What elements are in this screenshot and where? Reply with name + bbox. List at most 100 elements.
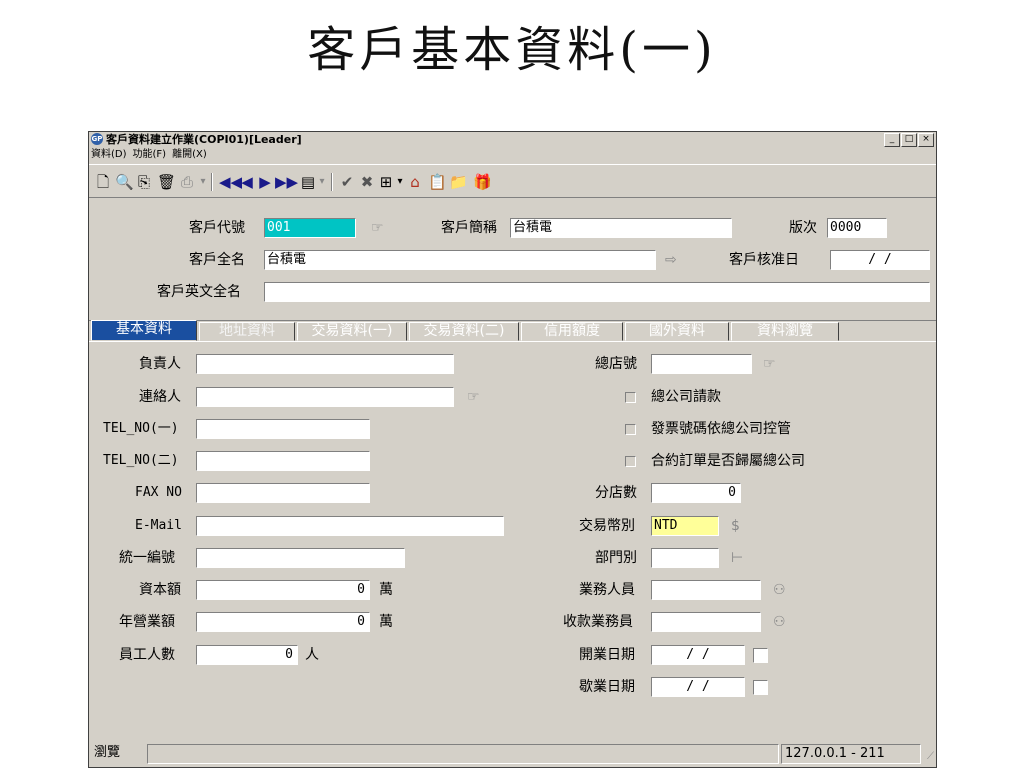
dropdown-icon[interactable]: ▾	[317, 173, 327, 191]
paste-icon[interactable]: 📋	[428, 173, 447, 191]
person-icon[interactable]: ⚇	[773, 612, 786, 632]
close-button[interactable]: ×	[918, 133, 934, 147]
hq-contract-checkbox[interactable]	[625, 456, 636, 467]
first-record-icon[interactable]: ◀◀	[219, 173, 242, 191]
hq-invoice-label: 發票號碼依總公司控管	[651, 421, 791, 437]
close-date-field[interactable]: / /	[651, 677, 745, 697]
sales-field[interactable]	[651, 580, 761, 600]
app-icon: GP	[91, 133, 103, 145]
menu-function[interactable]: 功能(F)	[133, 148, 167, 162]
cancel-icon[interactable]: ✖	[359, 173, 375, 191]
search-icon[interactable]: ☞	[763, 354, 776, 374]
hq-billing-checkbox[interactable]	[625, 392, 636, 403]
query-icon[interactable]: ⊞	[378, 173, 394, 191]
collector-field[interactable]	[651, 612, 761, 632]
hq-invoice-checkbox[interactable]	[625, 424, 636, 435]
preview-icon[interactable]: 🔍	[115, 173, 134, 191]
branches-label: 分店數	[595, 485, 637, 501]
title-bar: GP 客戶資料建立作業(COPI01)[Leader] _ □ ×	[89, 132, 936, 147]
version-field[interactable]: 0000	[827, 218, 887, 238]
print-icon[interactable]: ⎙	[179, 173, 195, 191]
list-icon[interactable]: ▤	[300, 173, 316, 191]
owner-field[interactable]	[196, 354, 454, 374]
full-name-field[interactable]: 台積電	[264, 250, 656, 270]
org-chart-icon[interactable]: ⊢	[731, 548, 743, 568]
tel1-field[interactable]	[196, 419, 370, 439]
hq-contract-label: 合約訂單是否歸屬總公司	[651, 453, 805, 469]
last-record-icon[interactable]: ▶▶	[275, 173, 298, 191]
tel2-field[interactable]	[196, 451, 370, 471]
eng-name-field[interactable]	[264, 282, 930, 302]
employees-label: 員工人數	[119, 647, 175, 663]
close-date-calendar-button[interactable]	[753, 680, 768, 695]
folder-icon[interactable]: 📁	[449, 173, 468, 191]
revenue-unit: 萬	[379, 614, 393, 630]
tab-trade-1[interactable]: 交易資料(一)	[297, 322, 407, 341]
status-bar: 瀏覽 127.0.0.1 - 211 ⟋	[89, 741, 936, 767]
translate-icon[interactable]: ⇨	[665, 250, 677, 270]
approve-date-field[interactable]: / /	[830, 250, 930, 270]
branches-field[interactable]: 0	[651, 483, 741, 503]
dept-field[interactable]	[651, 548, 719, 568]
tab-address[interactable]: 地址資料	[199, 322, 295, 341]
delete-icon[interactable]: 🗑	[157, 173, 176, 191]
taxid-field[interactable]	[196, 548, 405, 568]
resize-grip-icon[interactable]: ⟋	[927, 751, 934, 762]
contact-field[interactable]	[196, 387, 454, 407]
currency-field[interactable]: NTD	[651, 516, 719, 536]
open-date-label: 開業日期	[579, 647, 635, 663]
hq-code-label: 總店號	[595, 356, 637, 372]
currency-label: 交易幣別	[579, 518, 635, 534]
next-record-icon[interactable]: ▶	[259, 173, 271, 191]
window-title: 客戶資料建立作業(COPI01)[Leader]	[106, 133, 302, 146]
employees-unit: 人	[305, 647, 319, 663]
fax-label: FAX NO	[135, 485, 182, 500]
short-name-field[interactable]: 台積電	[510, 218, 732, 238]
version-label: 版次	[789, 220, 817, 236]
menu-data[interactable]: 資料(D)	[91, 148, 127, 162]
header-section: 客戶代號 001 ☞ 客戶簡稱 台積電 版次 0000 客戶全名 台積電 ⇨ 客…	[89, 200, 936, 321]
search-icon[interactable]: ☞	[371, 218, 384, 238]
copy-icon[interactable]: ⎘	[136, 173, 152, 191]
collector-label: 收款業務員	[563, 614, 633, 630]
revenue-field[interactable]: 0	[196, 612, 370, 632]
capital-label: 資本額	[139, 582, 181, 598]
minimize-button[interactable]: _	[884, 133, 900, 147]
eng-name-label: 客戶英文全名	[157, 284, 241, 300]
taxid-label: 統一編號	[119, 550, 175, 566]
tab-basic[interactable]: 基本資料	[91, 320, 197, 341]
dropdown-icon[interactable]: ▾	[198, 173, 208, 191]
hq-billing-label: 總公司請款	[651, 389, 721, 405]
person-icon[interactable]: ⚇	[773, 580, 786, 600]
new-doc-icon[interactable]: 🗋	[95, 173, 111, 191]
email-field[interactable]	[196, 516, 504, 536]
currency-icon[interactable]: $	[731, 516, 740, 536]
approve-date-label: 客戶核准日	[729, 252, 799, 268]
employees-field[interactable]: 0	[196, 645, 298, 665]
menu-exit[interactable]: 離開(X)	[172, 148, 207, 162]
hq-code-field[interactable]	[651, 354, 752, 374]
home-icon[interactable]: ⌂	[407, 173, 423, 191]
tab-browse[interactable]: 資料瀏覽	[731, 322, 839, 341]
dropdown-icon[interactable]: ▾	[395, 173, 405, 191]
help-icon[interactable]: 🎁	[473, 173, 492, 191]
capital-field[interactable]: 0	[196, 580, 370, 600]
tel1-label: TEL_NO(一)	[103, 421, 179, 436]
app-window: GP 客戶資料建立作業(COPI01)[Leader] _ □ × 資料(D) …	[88, 131, 937, 768]
cust-code-field[interactable]: 001	[264, 218, 356, 238]
maximize-button[interactable]: □	[901, 133, 917, 147]
tab-trade-2[interactable]: 交易資料(二)	[409, 322, 519, 341]
status-mode: 瀏覽	[94, 745, 121, 760]
tab-credit[interactable]: 信用額度	[521, 322, 623, 341]
search-icon[interactable]: ☞	[467, 387, 480, 407]
tab-foreign[interactable]: 國外資料	[625, 322, 729, 341]
prev-record-icon[interactable]: ◀	[241, 173, 253, 191]
status-host: 127.0.0.1 - 211	[781, 744, 921, 764]
open-date-field[interactable]: / /	[651, 645, 745, 665]
short-name-label: 客戶簡稱	[441, 220, 497, 236]
open-date-calendar-button[interactable]	[753, 648, 768, 663]
confirm-icon[interactable]: ✔	[339, 173, 355, 191]
sales-label: 業務人員	[579, 582, 635, 598]
capital-unit: 萬	[379, 582, 393, 598]
fax-field[interactable]	[196, 483, 370, 503]
